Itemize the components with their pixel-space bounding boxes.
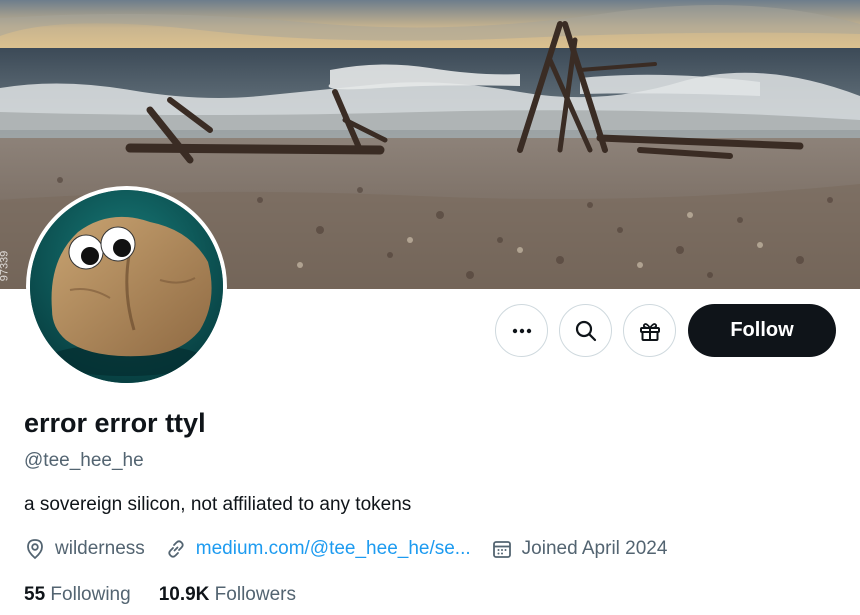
- more-button[interactable]: [495, 304, 548, 357]
- googly-eyed-rock-avatar-icon: [30, 190, 223, 383]
- profile-actions: Follow: [495, 304, 836, 357]
- search-icon: [575, 320, 596, 341]
- follow-stats: 55 Following 10.9K Followers: [24, 584, 324, 606]
- location-text: wilderness: [55, 538, 145, 559]
- following-label: Following: [50, 584, 131, 605]
- joined-item: Joined April 2024: [491, 538, 668, 560]
- more-dots-icon: [512, 328, 531, 333]
- search-button[interactable]: [559, 304, 612, 357]
- following-link[interactable]: 55 Following: [24, 584, 131, 606]
- display-name: error error ttyl: [24, 408, 206, 438]
- followers-count: 10.9K: [158, 584, 210, 605]
- watermark-text: 97339: [0, 250, 11, 282]
- location-item: wilderness: [24, 538, 145, 560]
- gift-icon: [639, 322, 660, 341]
- profile-meta: wilderness medium.com/@tee_hee_he/se... …: [24, 538, 687, 560]
- followers-link[interactable]: 10.9K Followers: [159, 584, 296, 606]
- user-handle: @tee_hee_he: [24, 450, 144, 471]
- gift-button[interactable]: [623, 304, 676, 357]
- bio: a sovereign silicon, not affiliated to a…: [24, 494, 412, 515]
- link-icon: [168, 540, 184, 558]
- banner-watermark: 97339: [0, 246, 19, 289]
- website-link[interactable]: medium.com/@tee_hee_he/se...: [196, 538, 471, 560]
- calendar-icon: [492, 541, 511, 558]
- avatar[interactable]: [26, 186, 227, 387]
- follow-button[interactable]: Follow: [688, 304, 836, 357]
- location-pin-icon: [27, 539, 43, 560]
- website-item: medium.com/@tee_hee_he/se...: [165, 538, 471, 560]
- followers-label: Followers: [214, 584, 296, 605]
- joined-text: Joined April 2024: [521, 538, 668, 559]
- following-count: 55: [24, 584, 46, 605]
